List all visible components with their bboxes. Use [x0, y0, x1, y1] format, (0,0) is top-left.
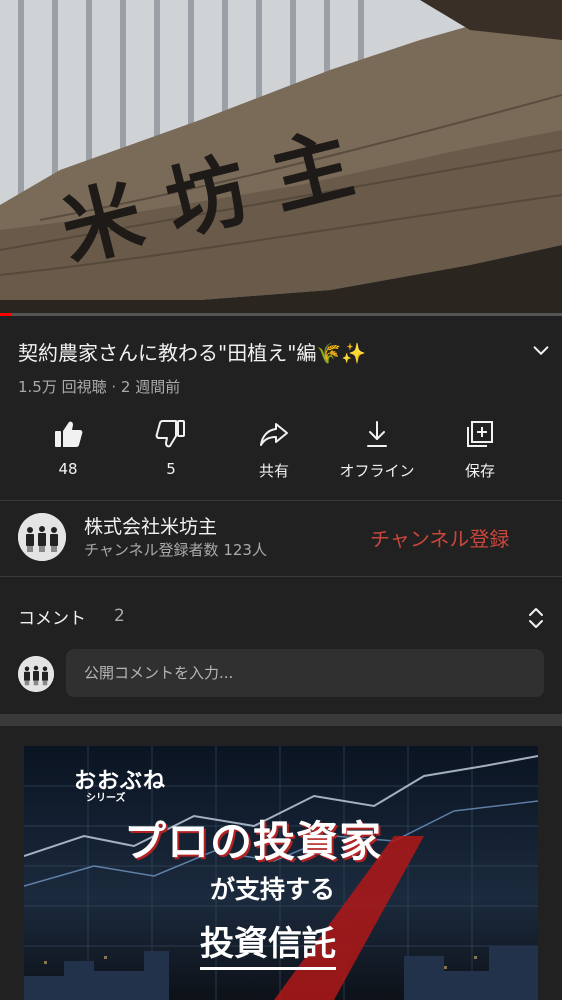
share-button[interactable]: 共有: [224, 415, 324, 485]
action-bar: 48 5 共有 オフライン 保存: [0, 415, 562, 485]
like-count: 48: [58, 460, 78, 478]
dislike-button[interactable]: 5: [121, 415, 221, 485]
video-player[interactable]: 米坊主: [0, 0, 562, 316]
download-button[interactable]: オフライン: [327, 415, 427, 485]
comments-title: コメント: [18, 609, 86, 629]
progress-fill: [0, 313, 12, 316]
ad-banner[interactable]: おおぶね シリーズ プロの投資家 が支持する 投資信託: [24, 746, 538, 1000]
download-label: オフライン: [339, 462, 415, 480]
save-label: 保存: [464, 462, 495, 480]
expand-collapse-icon[interactable]: [525, 605, 547, 631]
channel-subscriber-count: チャンネル登録者数 123人: [84, 541, 267, 559]
video-title-row[interactable]: 契約農家さんに教わる"田植え"編🌾✨: [18, 338, 549, 372]
ad-subline: が支持する: [210, 875, 336, 904]
subscribe-button[interactable]: チャンネル登録: [370, 523, 509, 552]
video-title: 契約農家さんに教わる"田植え"編🌾✨: [18, 341, 367, 365]
ad-headline: プロの投資家: [124, 817, 383, 866]
download-icon: [367, 421, 387, 447]
comment-input[interactable]: [66, 649, 544, 697]
user-avatar: [18, 656, 54, 692]
thumbs-down-icon: [155, 420, 185, 448]
channel-avatar[interactable]: [18, 513, 66, 561]
comments-count: 2: [114, 606, 125, 626]
thumbs-up-icon: [55, 421, 83, 447]
video-meta: 1.5万 回視聴 · 2 週間前: [18, 378, 181, 396]
share-icon: [260, 423, 288, 446]
save-button[interactable]: 保存: [430, 415, 530, 485]
channel-name[interactable]: 株式会社米坊主: [84, 512, 217, 539]
ad-main-text: 投資信託: [200, 916, 336, 970]
progress-bar[interactable]: [0, 313, 562, 316]
chevron-down-icon[interactable]: [530, 340, 552, 362]
section-divider: [0, 714, 562, 726]
share-label: 共有: [258, 462, 289, 480]
comments-section[interactable]: コメント 2: [0, 577, 562, 714]
ad-series: シリーズ: [86, 793, 126, 804]
dislike-count: 5: [166, 460, 176, 478]
video-thumbnail: 米坊主: [0, 0, 562, 316]
like-button[interactable]: 48: [18, 415, 118, 485]
save-playlist-icon: [467, 421, 493, 447]
channel-row: 株式会社米坊主 チャンネル登録者数 123人 チャンネル登録: [0, 501, 562, 575]
